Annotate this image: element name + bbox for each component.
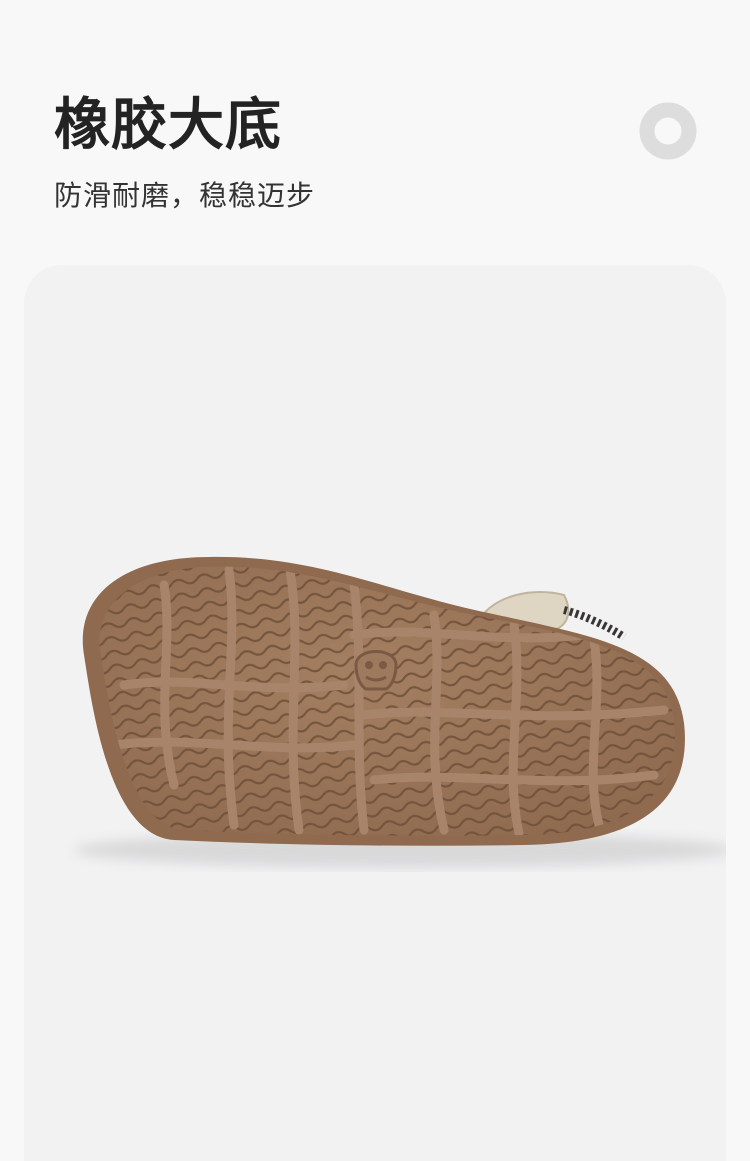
page-subtitle: 防滑耐磨，稳稳迈步	[54, 179, 316, 212]
page-title: 橡胶大底	[54, 93, 282, 158]
brand-mark-icon	[354, 650, 398, 691]
shoe-sole-image	[74, 556, 726, 868]
product-detail-page: 橡胶大底 防滑耐磨，稳稳迈步	[0, 0, 750, 1161]
ring-icon	[639, 102, 697, 160]
product-image-card	[24, 265, 726, 1161]
tread-pattern	[99, 566, 676, 836]
